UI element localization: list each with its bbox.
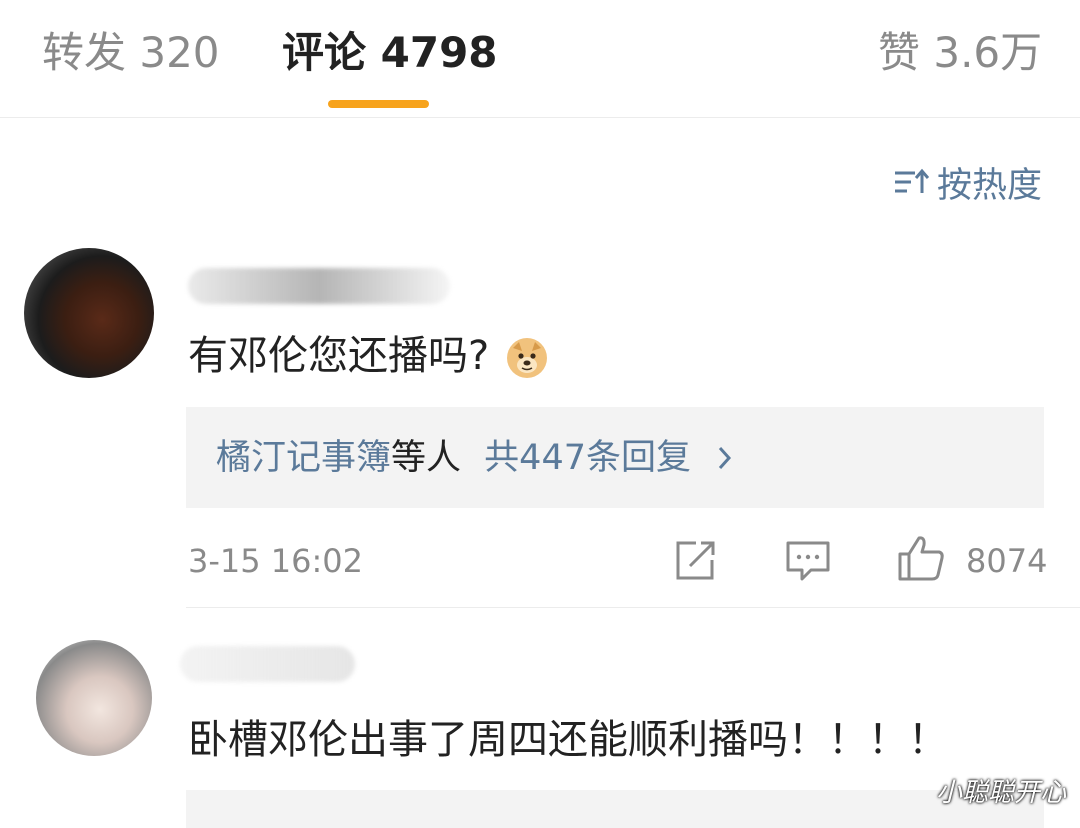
reply-others-label: 等人 [391,438,462,478]
comment-text: 卧槽邓伦出事了周四还能顺利播吗！！！！ [188,717,948,763]
active-tab-indicator [328,100,429,108]
comment-timestamp: 3-15 16:02 [188,542,364,580]
tab-likes[interactable]: 赞 3.6万 [878,26,1042,80]
reply-user-link[interactable]: 橘汀记事簿 [216,438,391,478]
sort-by-heat-button[interactable]: 按热度 [893,160,1042,206]
replies-preview[interactable]: 橘汀记事簿等人 共447条回复 [186,407,1044,508]
comment-text: 有邓伦您还播吗? [188,330,548,382]
watermark: 小聪聪开心 [935,778,1066,808]
like-count: 8074 [966,542,1048,580]
reply-count-link[interactable]: 共447条回复 [484,438,691,478]
username-blurred[interactable] [188,268,450,304]
chevron-right-icon [719,446,732,470]
sort-icon [894,168,929,193]
username-blurred[interactable] [180,646,355,682]
avatar[interactable] [24,248,154,378]
comment-icon[interactable] [785,540,831,582]
tab-repost[interactable]: 转发 320 [42,26,220,80]
sort-label: 按热度 [936,165,1042,206]
doge-emoji-icon [507,338,548,378]
tab-comments[interactable]: 评论 4798 [282,26,498,80]
like-icon[interactable] [897,534,945,582]
comment-tabs: 转发 320 评论 4798 赞 3.6万 [0,0,1080,118]
replies-summary: 橘汀记事簿等人 共447条回复 [216,435,734,481]
avatar[interactable] [36,640,152,756]
replies-preview[interactable] [186,790,1044,828]
repost-icon[interactable] [672,538,718,584]
comment-divider [186,607,1080,608]
